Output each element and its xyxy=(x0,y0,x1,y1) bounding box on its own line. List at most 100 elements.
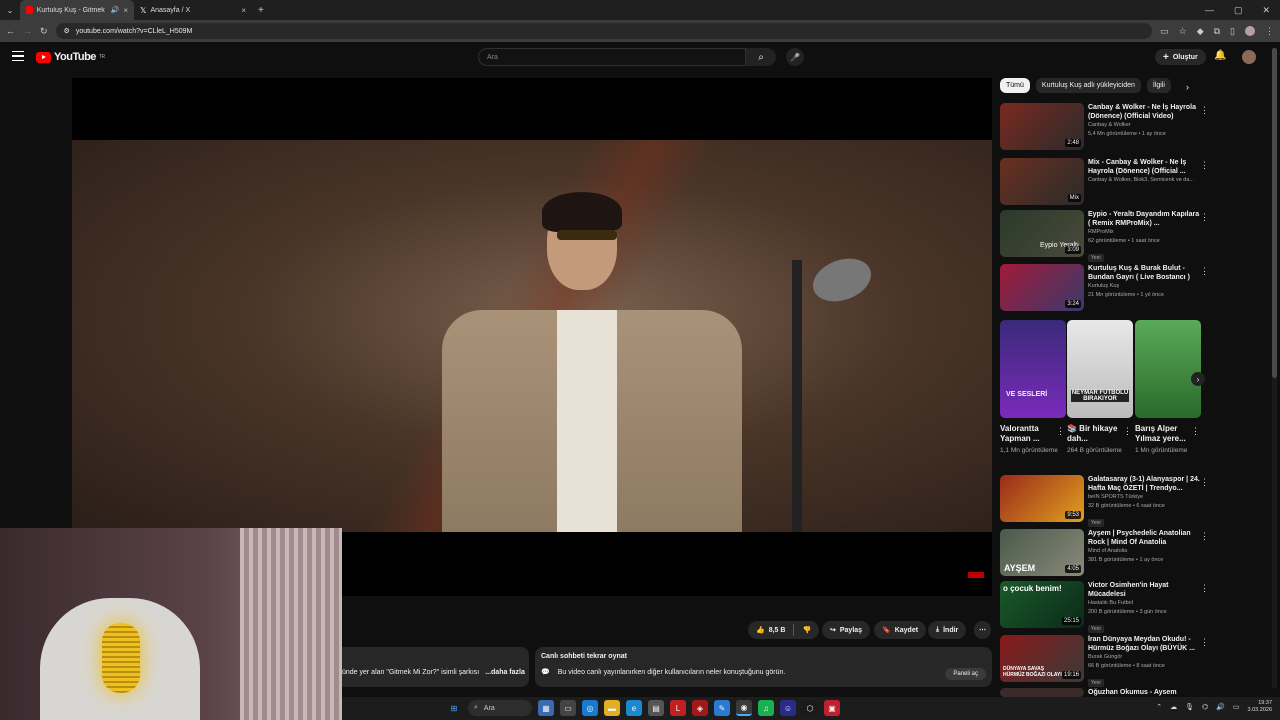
cast-icon[interactable]: ▭ xyxy=(1160,26,1169,37)
minimize-icon[interactable]: — xyxy=(1205,5,1214,15)
start-windows-icon[interactable]: ⊞ xyxy=(446,700,462,716)
more-options-icon[interactable]: ⋮ xyxy=(1200,212,1209,223)
like-icon[interactable]: 👍 xyxy=(756,626,765,634)
app-red-icon[interactable]: ▣ xyxy=(824,700,840,716)
app-l-icon[interactable]: L xyxy=(670,700,686,716)
channel-name[interactable]: Kurtuluş Kuş xyxy=(1088,282,1200,291)
recommendation-item[interactable]: Eypio Yeraltı 3:09 Eypio - Yeraltı Dayan… xyxy=(1000,210,1209,262)
short-title[interactable]: Barış Alper Yılmaz yere... xyxy=(1135,424,1195,444)
description-box[interactable]: ünde yer alan "Gitmek Mi Zor?" isimli şa… xyxy=(342,647,529,687)
spotify-icon[interactable]: ♫ xyxy=(758,700,774,716)
app-hex-icon[interactable]: ⬡ xyxy=(802,700,818,716)
edge-icon[interactable]: e xyxy=(626,700,642,716)
channel-name[interactable]: Canbay & Wolker, Blok3, Semicenk ve da..… xyxy=(1088,176,1200,185)
video-title[interactable]: Ayşem | Psychedelic Anatolian Rock | Min… xyxy=(1088,529,1200,547)
video-thumbnail[interactable]: 3:24 xyxy=(1000,264,1084,311)
hamburger-menu-icon[interactable] xyxy=(12,51,24,61)
video-title[interactable]: Canbay & Wolker - Ne İş Hayrola (Dönence… xyxy=(1088,103,1200,121)
video-title[interactable]: Oğuzhan Okumus - Aysem xyxy=(1088,688,1200,697)
recommendation-item[interactable]: 3:24 Kurtuluş Kuş & Burak Bulut - Bundan… xyxy=(1000,264,1209,312)
discord-icon[interactable]: ☺ xyxy=(780,700,796,716)
download-button[interactable]: ⤓ İndir xyxy=(928,621,967,639)
youtube-logo[interactable]: YouTube TR xyxy=(36,51,105,63)
more-options-icon[interactable]: ⋮ xyxy=(1191,426,1200,437)
network-icon[interactable]: ⌬ xyxy=(1202,703,1208,711)
short-thumbnail[interactable]: VE SESLERİ xyxy=(1000,320,1066,418)
video-thumbnail[interactable]: AYŞEM 4:05 xyxy=(1000,529,1084,576)
video-thumbnail[interactable]: DÜNYAYA SAVAŞ HÜRMÜZ BOĞAZI OLAYI 19:16 xyxy=(1000,635,1084,682)
channel-name[interactable]: Canbay & Wolker xyxy=(1088,121,1200,130)
chip-all[interactable]: Tümü xyxy=(1000,78,1030,93)
recommendation-item[interactable]: DÜNYAYA SAVAŞ HÜRMÜZ BOĞAZI OLAYI 19:16 … xyxy=(1000,635,1209,687)
mic-tray-icon[interactable]: 🎙 xyxy=(1185,703,1194,711)
battery-icon[interactable]: ▭ xyxy=(1233,703,1240,711)
close-window-icon[interactable]: ✕ xyxy=(1262,5,1270,16)
save-button[interactable]: 🔖 Kaydet xyxy=(874,621,927,639)
task-view-icon[interactable]: ▭ xyxy=(560,700,576,716)
more-options-icon[interactable]: ⋮ xyxy=(1056,426,1065,437)
create-button[interactable]: + Oluştur xyxy=(1155,49,1206,65)
short-title[interactable]: Valorantta Yapman ... xyxy=(1000,424,1060,444)
sidebar-icon[interactable]: ▯ xyxy=(1230,26,1235,37)
chip-from-uploader[interactable]: Kurtuluş Kuş adlı yükleyiciden xyxy=(1035,78,1141,93)
video-player[interactable] xyxy=(72,78,992,596)
recommendation-item[interactable]: Mix Mix - Canbay & Wolker - Ne İş Hayrol… xyxy=(1000,158,1209,206)
account-avatar[interactable] xyxy=(1242,50,1256,64)
app-pen-icon[interactable]: ✎ xyxy=(714,700,730,716)
copilot-icon[interactable]: ◎ xyxy=(582,700,598,716)
video-title[interactable]: Kurtuluş Kuş & Burak Bulut - Bundan Gayr… xyxy=(1088,264,1200,282)
channel-name[interactable]: RMProMix xyxy=(1088,228,1200,237)
app-icon[interactable]: ▤ xyxy=(648,700,664,716)
profile-avatar-icon[interactable] xyxy=(1245,26,1255,36)
short-thumbnail[interactable] xyxy=(1135,320,1201,418)
video-thumbnail[interactable] xyxy=(1000,688,1084,697)
channel-name[interactable]: Burak Güngör xyxy=(1088,653,1200,662)
more-options-icon[interactable]: ⋮ xyxy=(1200,160,1209,171)
volume-icon[interactable]: 🔊 xyxy=(1216,703,1225,711)
shorts-next-button[interactable]: › xyxy=(1191,372,1205,386)
video-title[interactable]: Victor Osimhen'in Hayat Mücadelesi xyxy=(1088,581,1200,599)
short-thumbnail[interactable]: NEYMAR FUTBOLU BIRAKIYOR xyxy=(1067,320,1133,418)
file-explorer-icon[interactable]: ▬ xyxy=(604,700,620,716)
video-thumbnail[interactable]: 2:48 xyxy=(1000,103,1084,150)
taskbar-search[interactable]: ⌕ Ara xyxy=(468,700,532,716)
new-tab-button[interactable]: + xyxy=(258,5,264,16)
like-count[interactable]: 8,5 B xyxy=(769,627,786,634)
more-options-icon[interactable]: ⋮ xyxy=(1200,583,1209,594)
video-title[interactable]: Galatasaray (3-1) Alanyaspor | 24. Hafta… xyxy=(1088,475,1200,493)
cloud-icon[interactable]: ☁ xyxy=(1170,703,1177,711)
video-title[interactable]: Eypio - Yeraltı Dayandım Kapılara ( Remi… xyxy=(1088,210,1200,228)
more-options-icon[interactable]: ⋮ xyxy=(1200,266,1209,277)
more-options-icon[interactable]: ⋮ xyxy=(1200,531,1209,542)
tab-search-icon[interactable]: ⌄ xyxy=(0,6,20,15)
recommendation-item[interactable]: 2:48 Canbay & Wolker - Ne İş Hayrola (Dö… xyxy=(1000,103,1209,151)
tab-youtube[interactable]: Kurtuluş Kuş - Gitmek Mi Z 🔊 × xyxy=(20,0,134,20)
video-title[interactable]: Mix - Canbay & Wolker - Ne İş Hayrola (D… xyxy=(1088,158,1200,176)
forward-icon[interactable]: → xyxy=(23,26,32,36)
reload-icon[interactable]: ↻ xyxy=(40,26,48,37)
close-tab-icon[interactable]: × xyxy=(123,6,128,15)
share-button[interactable]: ↪ Paylaş xyxy=(822,621,871,639)
site-info-icon[interactable]: ⚙ xyxy=(64,27,70,35)
voice-search-button[interactable]: 🎤 xyxy=(786,48,804,66)
open-panel-button[interactable]: Paneli aç xyxy=(945,668,986,680)
close-tab-icon[interactable]: × xyxy=(241,6,246,15)
url-field[interactable]: ⚙ youtube.com/watch?v=CLleL_H509M xyxy=(55,23,1153,39)
notifications-bell-icon[interactable]: 🔔 xyxy=(1214,50,1226,61)
channel-name[interactable]: Hastalık Bu Futbol xyxy=(1088,599,1200,608)
more-options-icon[interactable]: ⋮ xyxy=(1200,477,1209,488)
bookmark-star-icon[interactable]: ☆ xyxy=(1179,26,1187,37)
more-options-icon[interactable]: ⋮ xyxy=(1200,105,1209,116)
speaker-icon[interactable]: 🔊 xyxy=(111,6,120,14)
search-button[interactable]: ⌕ xyxy=(746,48,776,66)
browser-menu-icon[interactable]: ⋮ xyxy=(1265,26,1274,37)
tab-x[interactable]: 𝕏 Anasayfa / X × xyxy=(134,0,252,20)
clock[interactable]: 19:37 3.03.2026 xyxy=(1248,700,1272,714)
back-icon[interactable]: ← xyxy=(6,26,15,36)
video-title[interactable]: İran Dünyaya Meydan Okudu! - Hürmüz Boğa… xyxy=(1088,635,1200,653)
chips-next-chevron-icon[interactable]: › xyxy=(1186,82,1189,92)
recommendation-item[interactable]: Oğuzhan Okumus - Aysem xyxy=(1000,688,1206,697)
search-input[interactable]: Ara xyxy=(478,48,746,66)
channel-name[interactable]: Mind of Anatolia xyxy=(1088,547,1200,556)
video-thumbnail[interactable]: Mix xyxy=(1000,158,1084,205)
